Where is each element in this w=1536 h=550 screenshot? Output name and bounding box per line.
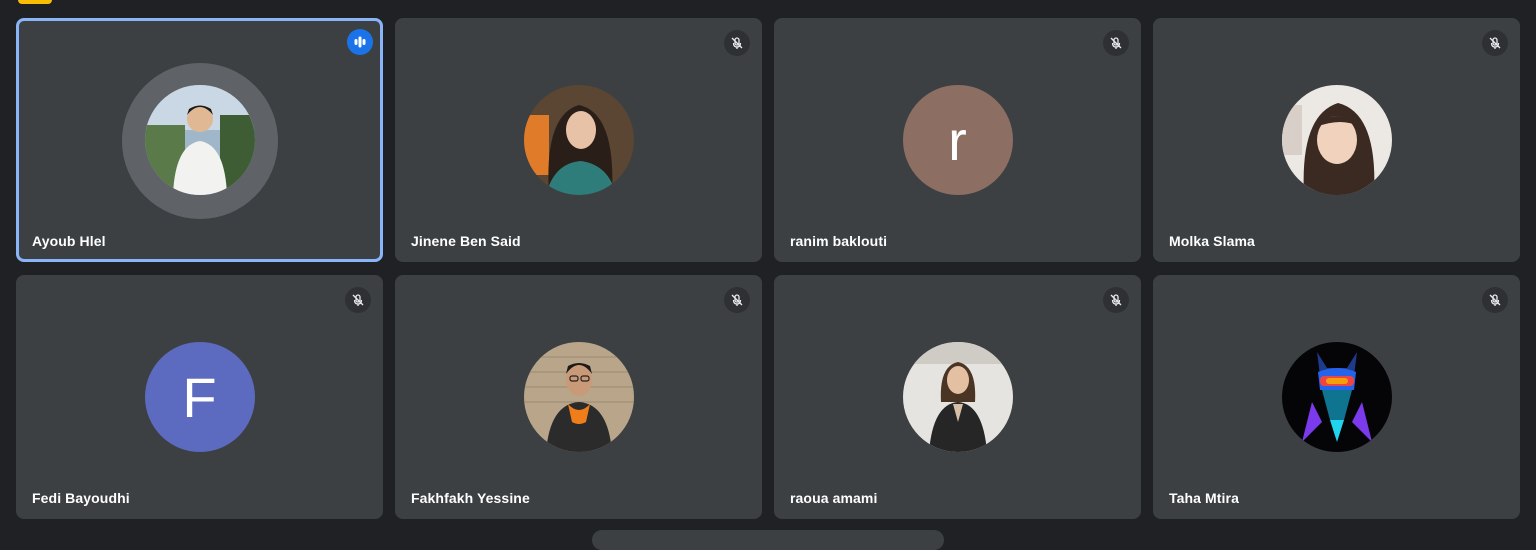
mic-off-icon <box>1482 287 1508 313</box>
avatar-initial: F <box>144 342 255 452</box>
participant-name: Taha Mtira <box>1169 490 1239 506</box>
participant-tile-taha-mtira[interactable]: Taha Mtira <box>1153 275 1520 519</box>
participant-name: raoua amami <box>790 490 878 506</box>
participant-grid: Ayoub Hlel Jinene Ben Said r ranim baklo… <box>16 18 1521 519</box>
participant-tile-jinene-ben-said[interactable]: Jinene Ben Said <box>395 18 762 262</box>
participant-tile-ayoub-hlel[interactable]: Ayoub Hlel <box>16 18 383 262</box>
notification-badge[interactable] <box>18 0 52 4</box>
avatar <box>523 342 634 452</box>
participant-tile-fedi-bayoudhi[interactable]: F Fedi Bayoudhi <box>16 275 383 519</box>
mic-off-icon <box>1103 287 1129 313</box>
mic-off-icon <box>724 287 750 313</box>
audio-level-icon <box>347 29 373 55</box>
avatar <box>144 85 255 195</box>
participant-name: ranim baklouti <box>790 233 888 249</box>
avatar <box>902 342 1013 452</box>
participant-tile-fakhfakh-yessine[interactable]: Fakhfakh Yessine <box>395 275 762 519</box>
participant-tile-molka-slama[interactable]: Molka Slama <box>1153 18 1520 262</box>
mic-off-icon <box>1103 30 1129 56</box>
avatar-initial: r <box>902 85 1013 195</box>
avatar <box>1281 85 1392 195</box>
mic-off-icon <box>724 30 750 56</box>
participant-name: Molka Slama <box>1169 233 1255 249</box>
avatar <box>523 85 634 195</box>
control-bar[interactable] <box>592 530 944 550</box>
participant-tile-ranim-baklouti[interactable]: r ranim baklouti <box>774 18 1141 262</box>
avatar <box>1281 342 1392 452</box>
participant-name: Fedi Bayoudhi <box>32 490 130 506</box>
participant-name: Ayoub Hlel <box>32 233 106 249</box>
participant-tile-raoua-amami[interactable]: raoua amami <box>774 275 1141 519</box>
mic-off-icon <box>1482 30 1508 56</box>
participant-name: Fakhfakh Yessine <box>411 490 530 506</box>
participant-name: Jinene Ben Said <box>411 233 521 249</box>
mic-off-icon <box>345 287 371 313</box>
